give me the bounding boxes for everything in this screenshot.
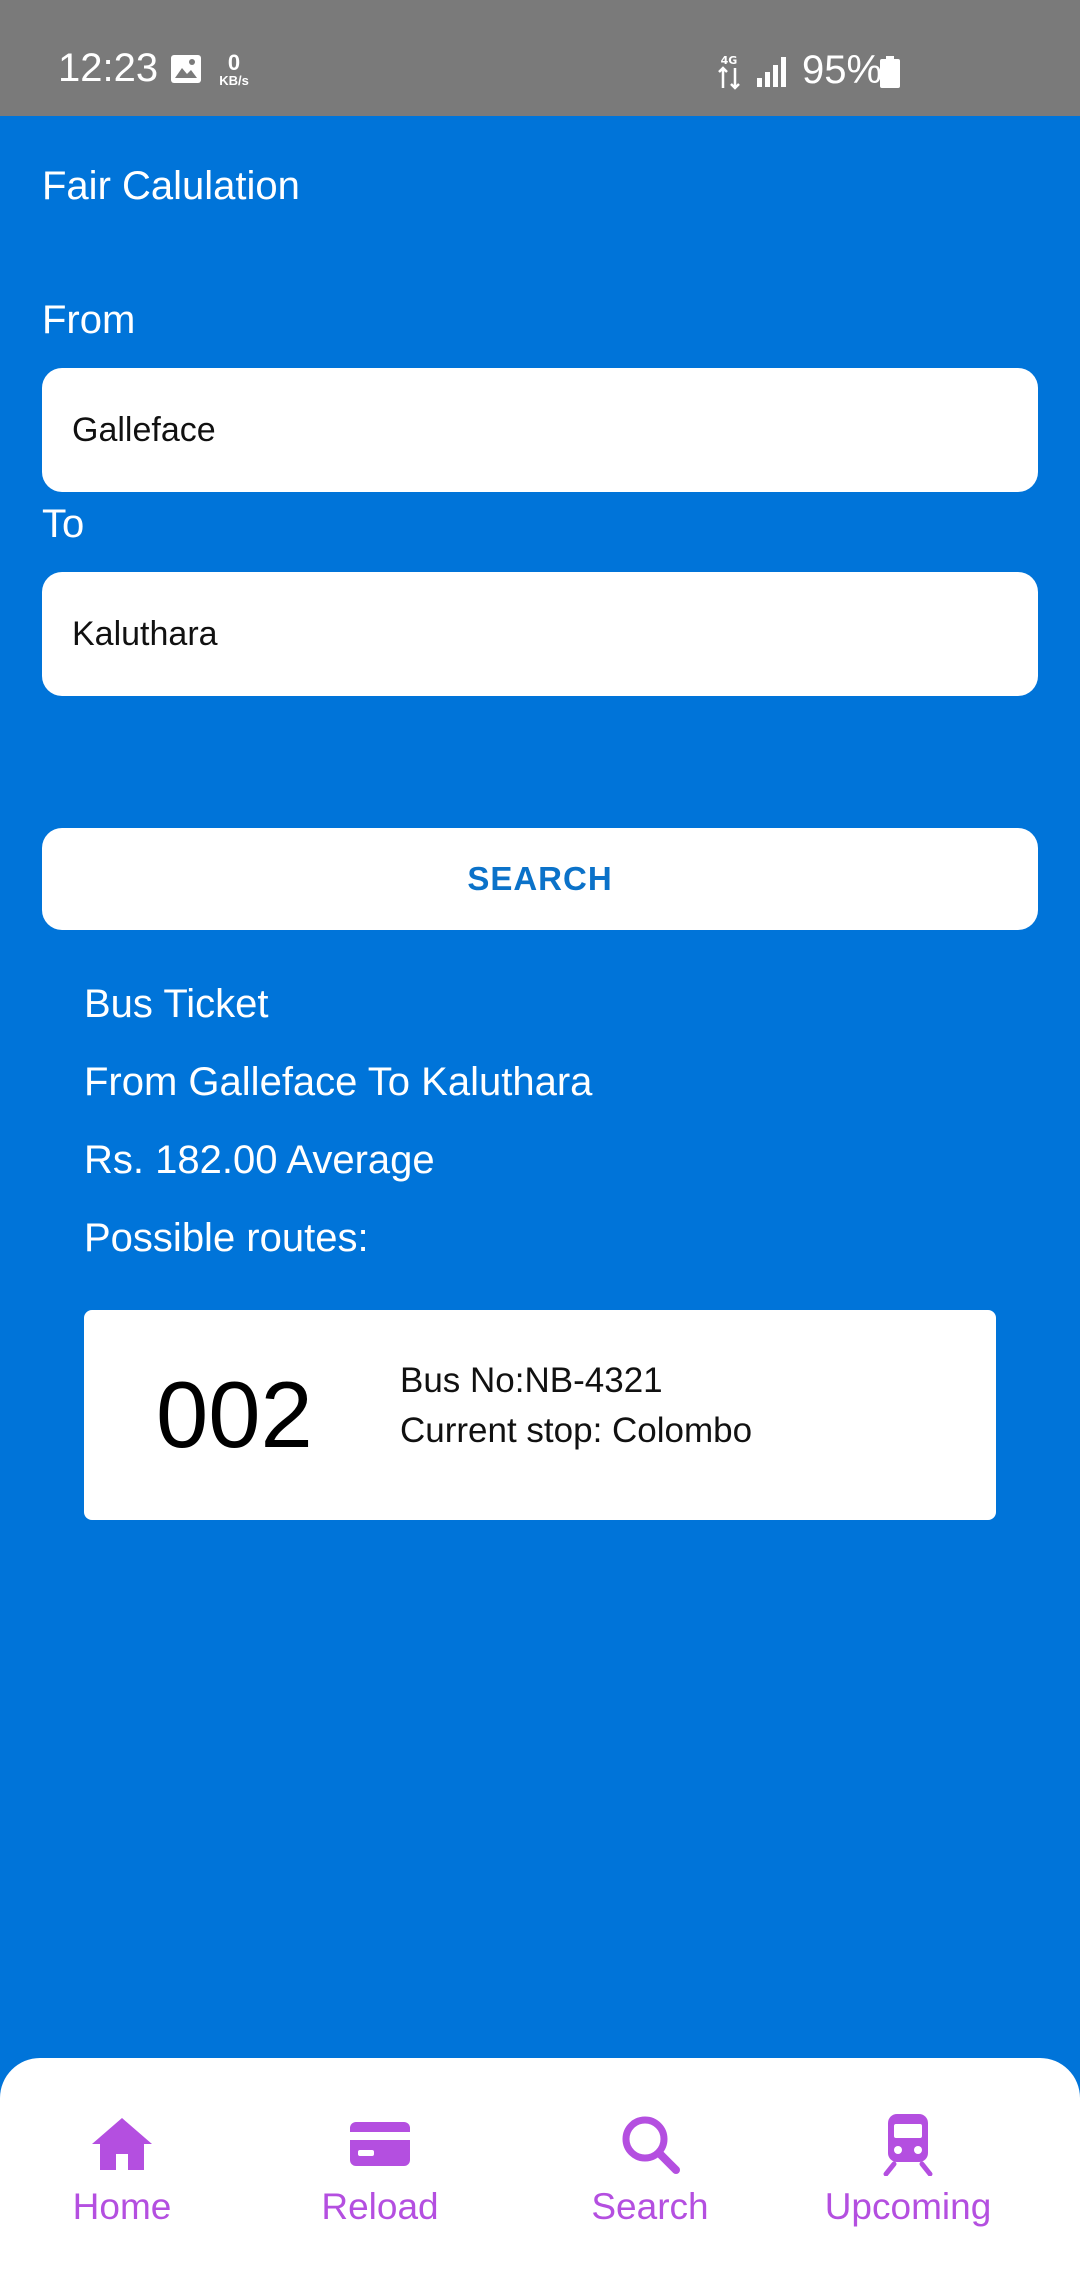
nav-item-upcoming[interactable]: Upcoming	[812, 2058, 1004, 2280]
from-label: From	[42, 298, 136, 342]
result-heading: Bus Ticket	[84, 982, 269, 1026]
to-input[interactable]: Kaluthara	[42, 572, 1038, 696]
nav-label-search: Search	[591, 2186, 709, 2227]
to-label: To	[42, 502, 85, 546]
route-number: 002	[156, 1362, 313, 1467]
network-speed: 0 KB/s	[212, 52, 256, 88]
route-bus-number: Bus No:NB-4321	[400, 1361, 663, 1400]
signal-icon	[756, 54, 790, 88]
bottom-nav: Home Reload Search Upcoming	[0, 2058, 1080, 2280]
nav-item-home[interactable]: Home	[48, 2058, 196, 2280]
result-price: Rs. 182.00 Average	[84, 1138, 435, 1182]
result-route-summary: From Galleface To Kaluthara	[84, 1060, 593, 1104]
route-current-stop: Current stop: Colombo	[400, 1411, 753, 1450]
battery-icon	[880, 56, 900, 88]
status-bar: 12:23 0 KB/s 4G 95%	[0, 0, 1080, 116]
home-icon	[90, 2112, 154, 2176]
search-icon	[618, 2112, 682, 2176]
route-card[interactable]: 002 Bus No:NB-4321 Current stop: Colombo	[84, 1310, 996, 1520]
svg-text:4G: 4G	[721, 54, 738, 67]
network-speed-value: 0	[227, 50, 241, 75]
search-button[interactable]: SEARCH	[42, 828, 1038, 930]
status-time: 12:23	[58, 46, 159, 90]
nav-item-search[interactable]: Search	[572, 2058, 728, 2280]
battery-percent: 95%	[802, 48, 883, 92]
from-input[interactable]: Galleface	[42, 368, 1038, 492]
card-icon	[348, 2112, 412, 2176]
network-speed-unit: KB/s	[219, 73, 249, 88]
nav-label-upcoming: Upcoming	[824, 2186, 992, 2227]
page-title: Fair Calulation	[42, 164, 300, 208]
train-icon	[876, 2112, 940, 2177]
result-routes-label: Possible routes:	[84, 1216, 369, 1260]
nav-item-reload[interactable]: Reload	[300, 2058, 460, 2280]
network-4g-icon: 4G	[716, 52, 742, 92]
nav-label-home: Home	[72, 2186, 172, 2227]
nav-label-reload: Reload	[321, 2186, 439, 2227]
gallery-icon	[170, 54, 202, 84]
